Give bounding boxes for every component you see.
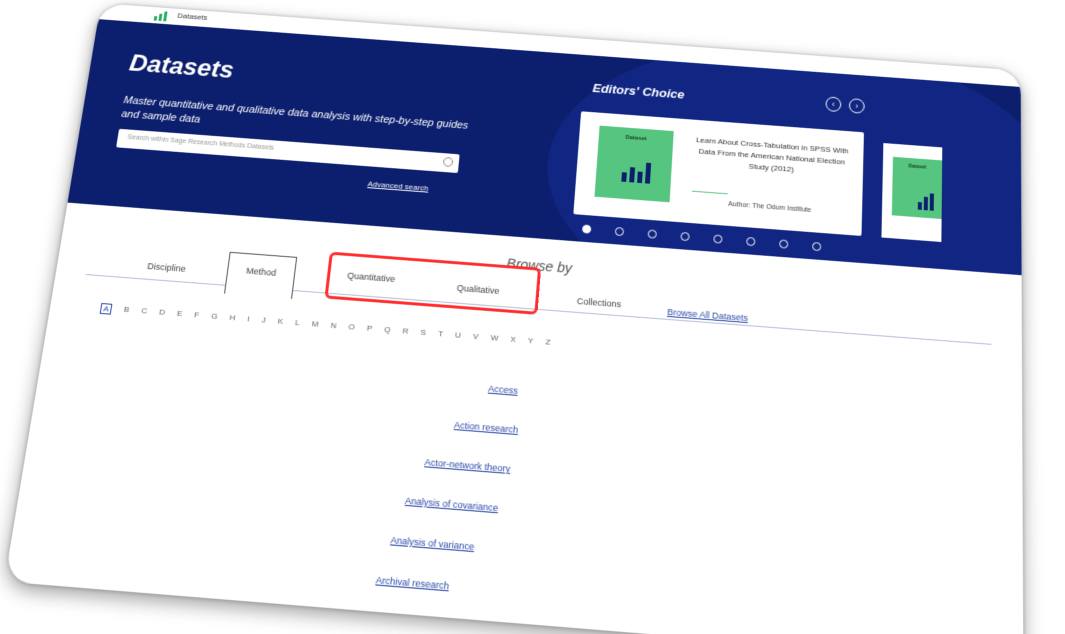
letter-filter[interactable]: W (490, 333, 498, 345)
letter-filter[interactable]: J (261, 315, 266, 326)
screenshot-stage: Datasets Datasets Master quantitative an… (0, 0, 1065, 634)
carousel-dot[interactable] (647, 229, 657, 239)
letter-filter[interactable]: L (294, 318, 301, 329)
method-link[interactable]: Analysis of covariance (405, 495, 499, 513)
method-link[interactable]: Analysis of variance (390, 535, 475, 552)
method-link[interactable]: Action research (454, 420, 519, 435)
method-link[interactable]: Archival research (375, 575, 449, 592)
logo-icon (153, 11, 168, 22)
carousel-dot[interactable] (581, 224, 592, 234)
search-icon[interactable] (442, 156, 454, 167)
carousel-controls: ‹ › (825, 96, 865, 114)
card-divider (692, 190, 728, 195)
letter-filter[interactable]: E (176, 309, 183, 320)
dataset-thumbnail: Dataset (594, 125, 674, 203)
letter-filter[interactable]: R (402, 326, 409, 337)
carousel-dot[interactable] (812, 241, 822, 252)
tab-discipline[interactable]: Discipline (147, 261, 187, 274)
letter-filter[interactable]: Q (384, 325, 391, 336)
letter-filter[interactable]: V (473, 332, 479, 343)
letter-filter[interactable]: I (247, 314, 250, 325)
letter-filter[interactable]: M (311, 319, 319, 330)
advanced-search-link[interactable]: Advanced search (367, 180, 429, 193)
letter-filter[interactable]: U (455, 330, 462, 341)
letter-filter[interactable]: O (348, 322, 355, 333)
carousel-prev-icon[interactable]: ‹ (825, 96, 842, 113)
carousel-dot[interactable] (779, 239, 789, 249)
carousel-next-icon[interactable]: › (848, 98, 865, 114)
letter-filter[interactable]: P (366, 324, 372, 335)
letter-filter[interactable]: H (229, 313, 236, 324)
letter-filter[interactable]: T (437, 329, 444, 340)
method-link[interactable]: Access (488, 383, 518, 395)
letter-filter[interactable]: C (140, 306, 148, 317)
carousel-dot[interactable] (746, 236, 756, 247)
featured-dataset-title[interactable]: Learn About Cross-Tabulation in SPSS Wit… (693, 135, 850, 180)
featured-dataset-author: Author: The Odum Institute (727, 201, 812, 214)
tab-collections[interactable]: Collections (576, 296, 621, 309)
method-list: Access Action research Actor-network the… (43, 349, 1022, 591)
letter-filter[interactable]: D (158, 308, 166, 319)
letter-filter[interactable]: F (193, 310, 200, 321)
letter-filter[interactable]: G (210, 312, 218, 323)
page-title: Datasets (127, 48, 236, 84)
tab-method[interactable]: Method (224, 251, 298, 299)
carousel-dot[interactable] (614, 226, 625, 237)
letter-filter[interactable]: Y (527, 336, 534, 347)
letter-filter[interactable]: X (510, 335, 516, 346)
letter-filter[interactable]: S (420, 328, 426, 339)
letter-filter[interactable]: K (277, 317, 283, 328)
next-dataset-thumbnail: Dataset (891, 156, 943, 220)
letter-filter[interactable]: Z (545, 337, 551, 348)
topbar-title: Datasets (176, 11, 209, 22)
letter-filter[interactable]: N (330, 321, 337, 332)
next-thumbnail-label: Dataset (908, 163, 927, 171)
thumbnail-label: Dataset (625, 134, 647, 143)
next-dataset-card[interactable]: Dataset (881, 143, 943, 243)
page-card: Datasets Datasets Master quantitative an… (4, 3, 1024, 634)
bar-chart-icon (917, 193, 934, 211)
carousel-dot[interactable] (713, 234, 723, 244)
bar-chart-icon (621, 161, 652, 184)
method-link[interactable]: Actor-network theory (424, 457, 511, 474)
letter-filter[interactable]: A (99, 302, 113, 315)
featured-dataset-card[interactable]: Dataset Learn About Cross-Tabulation in … (573, 111, 864, 236)
search-placeholder: Search within Sage Research Methods Data… (127, 134, 275, 152)
letter-filter[interactable]: B (123, 305, 130, 316)
carousel-dot[interactable] (680, 231, 690, 242)
